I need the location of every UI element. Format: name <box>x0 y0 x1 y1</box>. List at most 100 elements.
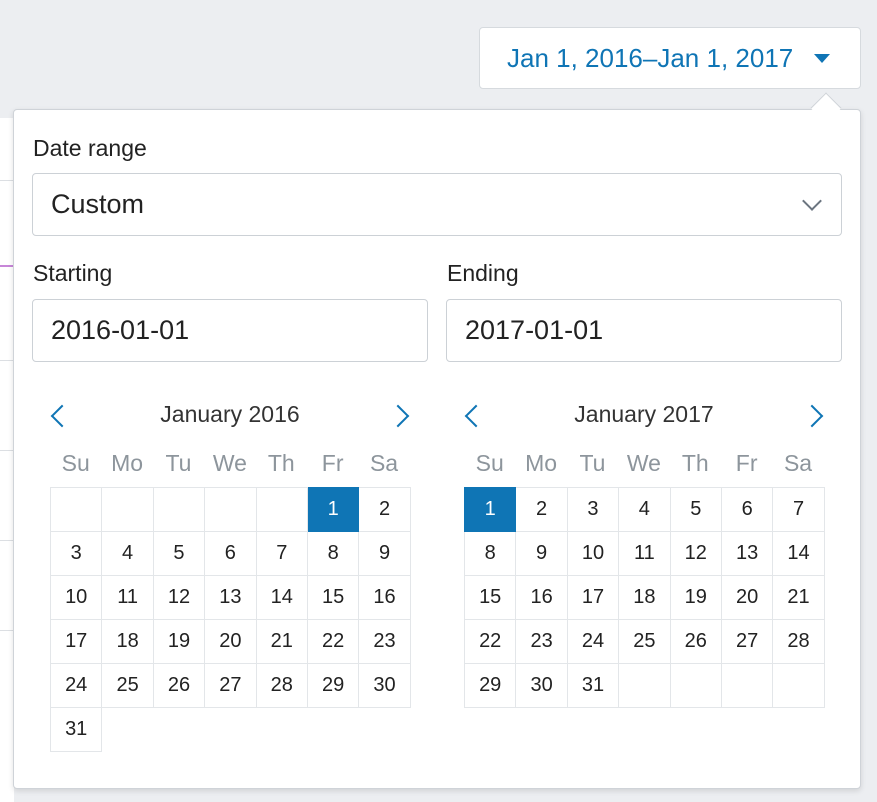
calendar-day[interactable]: 3 <box>49 531 103 576</box>
calendar-day[interactable]: 11 <box>101 575 154 620</box>
calendar-day[interactable]: 22 <box>306 619 360 664</box>
calendar-day[interactable]: 27 <box>204 663 257 708</box>
background-divider <box>0 180 14 181</box>
weekday-label: Mo <box>111 449 144 476</box>
calendar-day[interactable]: 17 <box>566 575 620 620</box>
calendar-ending: January 2017 Su Mo Tu We Th Fr Sa 123456… <box>463 395 825 708</box>
calendar-week-row: 3456789 <box>49 531 411 576</box>
calendar-day[interactable]: 26 <box>152 663 206 708</box>
calendar-week-row: 24 25 26 27 28 29 30 <box>49 663 411 708</box>
calendar-day[interactable]: 31 <box>49 707 103 752</box>
calendar-day[interactable]: 10 <box>49 575 103 620</box>
calendar-day[interactable]: 29 <box>306 663 360 708</box>
calendar-day-empty <box>102 708 153 752</box>
calendar-header: January 2017 <box>464 395 824 439</box>
calendar-day[interactable]: 13 <box>720 531 774 576</box>
calendar-day[interactable]: 9 <box>358 531 411 576</box>
ending-label: Ending <box>447 260 519 286</box>
calendar-day[interactable]: 3 <box>566 487 620 532</box>
date-range-trigger-label: Jan 1, 2016–Jan 1, 2017 <box>507 42 794 73</box>
next-month-button[interactable] <box>386 399 416 433</box>
calendar-day[interactable]: 11 <box>618 531 671 576</box>
calendar-day[interactable]: 30 <box>358 663 411 708</box>
calendar-day[interactable]: 16 <box>515 575 568 620</box>
weekday-label: Tu <box>579 449 606 476</box>
starting-date-input[interactable] <box>32 299 428 362</box>
calendar-day[interactable]: 19 <box>152 619 206 664</box>
calendar-day[interactable]: 25 <box>101 663 154 708</box>
calendar-day[interactable]: 18 <box>101 619 154 664</box>
calendar-day[interactable]: 23 <box>515 619 568 664</box>
calendar-day[interactable]: 23 <box>358 619 411 664</box>
background-chart-line <box>0 265 14 267</box>
calendar-day-selected[interactable]: 1 <box>463 487 517 532</box>
calendar-day[interactable]: 2 <box>515 487 568 532</box>
date-range-trigger-button[interactable]: Jan 1, 2016–Jan 1, 2017 <box>479 27 861 89</box>
calendar-day[interactable]: 30 <box>515 663 568 708</box>
chevron-right-icon <box>800 404 824 428</box>
calendar-day[interactable]: 28 <box>772 619 825 664</box>
calendar-day-grid: 1 2 3 4 5 6 7 8 9 10 11 12 13 14 15 16 17 18 19 20 21 22 23 24 2… <box>463 487 825 708</box>
calendar-day[interactable]: 6 <box>204 531 257 576</box>
ending-date-input[interactable] <box>446 299 842 362</box>
date-range-select[interactable]: Custom <box>32 173 842 236</box>
calendar-week-row: 17 18 19 20 21 22 23 <box>49 619 411 664</box>
calendar-month-title: January 2016 <box>160 401 300 427</box>
calendar-day[interactable]: 16 <box>358 575 411 620</box>
calendar-day[interactable]: 24 <box>566 619 620 664</box>
calendar-day[interactable]: 4 <box>101 531 154 576</box>
calendar-day[interactable]: 20 <box>720 575 774 620</box>
calendar-day-selected[interactable]: 1 <box>306 487 360 532</box>
calendar-day[interactable]: 28 <box>255 663 308 708</box>
calendar-day-empty <box>153 708 204 752</box>
calendar-day[interactable]: 4 <box>618 487 671 532</box>
background-panel <box>0 118 14 802</box>
weekday-label: Fr <box>321 449 344 476</box>
calendar-day-empty <box>255 487 308 532</box>
calendar-day[interactable]: 7 <box>772 487 825 532</box>
weekday-label: Fr <box>735 449 758 476</box>
calendar-day[interactable]: 7 <box>255 531 308 576</box>
chevron-down-icon <box>802 191 822 211</box>
calendar-day[interactable]: 29 <box>463 663 517 708</box>
calendar-day[interactable]: 15 <box>306 575 360 620</box>
calendar-day[interactable]: 6 <box>720 487 774 532</box>
calendar-day[interactable]: 14 <box>255 575 308 620</box>
calendar-day[interactable]: 12 <box>152 575 206 620</box>
next-month-button[interactable] <box>800 399 830 433</box>
calendar-day[interactable]: 5 <box>669 487 722 532</box>
calendar-day[interactable]: 26 <box>669 619 722 664</box>
calendar-day[interactable]: 27 <box>720 619 774 664</box>
calendar-day[interactable]: 12 <box>669 531 722 576</box>
weekday-label: Sa <box>369 449 399 476</box>
calendar-day-empty <box>49 487 103 532</box>
calendar-day[interactable]: 25 <box>618 619 671 664</box>
calendar-day[interactable]: 22 <box>463 619 517 664</box>
calendar-week-row: 1234567 <box>463 487 825 532</box>
calendar-week-row: 22 23 24 25 26 27 28 <box>463 619 825 664</box>
calendar-day[interactable]: 17 <box>49 619 103 664</box>
calendar-day-empty <box>720 663 774 708</box>
calendar-day[interactable]: 24 <box>49 663 103 708</box>
calendar-day[interactable]: 13 <box>204 575 257 620</box>
calendar-day[interactable]: 2 <box>358 487 411 532</box>
calendar-day[interactable]: 15 <box>463 575 517 620</box>
calendar-day[interactable]: 21 <box>255 619 308 664</box>
calendar-day[interactable]: 21 <box>772 575 825 620</box>
calendar-day[interactable]: 31 <box>566 663 620 708</box>
calendar-day[interactable]: 9 <box>515 531 568 576</box>
weekday-label: Su <box>475 449 504 476</box>
calendar-day[interactable]: 10 <box>566 531 620 576</box>
calendar-day[interactable]: 20 <box>204 619 257 664</box>
calendar-day[interactable]: 8 <box>463 531 517 576</box>
calendar-day[interactable]: 14 <box>772 531 825 576</box>
calendar-week-row: 15 16 17 18 19 20 21 <box>463 575 825 620</box>
calendar-day[interactable]: 5 <box>152 531 206 576</box>
calendar-day[interactable]: 18 <box>618 575 671 620</box>
calendar-day[interactable]: 8 <box>306 531 360 576</box>
calendar-day-empty <box>669 663 722 708</box>
date-range-label: Date range <box>33 135 147 161</box>
calendar-day-empty <box>256 708 307 752</box>
background-divider <box>0 360 14 361</box>
calendar-day[interactable]: 19 <box>669 575 722 620</box>
